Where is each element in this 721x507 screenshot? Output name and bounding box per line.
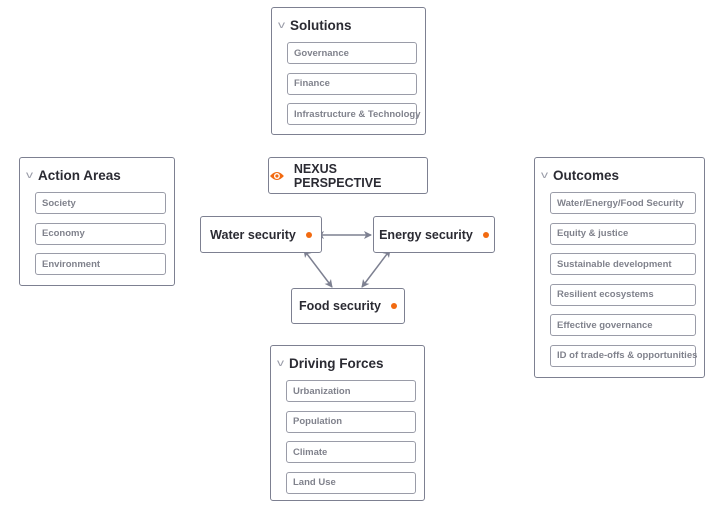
driving-forces-panel: v Driving Forces Urbanization Population …: [270, 345, 425, 501]
chevron-down-icon[interactable]: v: [277, 358, 284, 369]
status-dot-icon: [482, 231, 489, 238]
outcomes-panel: v Outcomes Water/Energy/Food Security Equ…: [534, 157, 705, 378]
action-areas-panel: v Action Areas Society Economy Environmen…: [19, 157, 175, 286]
link-energy-food: [361, 249, 391, 288]
node-label: Energy security: [379, 227, 473, 242]
nexus-title: NEXUS PERSPECTIVE: [293, 161, 382, 190]
nexus-diagram: v Solutions Governance Finance Infrastruc…: [0, 0, 721, 507]
list-item[interactable]: Infrastructure & Technology: [287, 103, 421, 125]
list-item[interactable]: Finance: [287, 72, 417, 95]
list-item[interactable]: Governance: [287, 42, 417, 64]
list-item[interactable]: Environment: [35, 253, 166, 275]
outcomes-header[interactable]: v Outcomes: [541, 158, 696, 192]
panel-title: Action Areas: [38, 167, 121, 183]
list-item[interactable]: ID of trade-offs & opportunities: [550, 344, 697, 367]
chevron-down-icon[interactable]: v: [26, 170, 33, 181]
nexus-perspective-node[interactable]: NEXUS PERSPECTIVE: [268, 157, 428, 194]
solutions-panel: v Solutions Governance Finance Infrastruc…: [271, 7, 426, 135]
solutions-header[interactable]: v Solutions: [278, 8, 417, 42]
node-label: Water security: [210, 227, 296, 242]
list-item[interactable]: Sustainable development: [550, 253, 696, 275]
status-dot-icon: [305, 231, 312, 238]
panel-title: Outcomes: [553, 167, 620, 183]
link-water-food: [303, 249, 333, 288]
list-item[interactable]: Equity & justice: [550, 222, 696, 245]
list-item[interactable]: Economy: [35, 222, 166, 245]
status-dot-icon: [390, 303, 397, 309]
panel-title: Solutions: [290, 17, 352, 33]
energy-security-node[interactable]: Energy security: [373, 216, 495, 253]
list-item[interactable]: Water/Energy/Food Security: [550, 192, 696, 214]
list-item[interactable]: Effective governance: [550, 314, 696, 336]
list-item[interactable]: Population: [286, 410, 416, 433]
list-item[interactable]: Land Use: [286, 471, 416, 494]
list-item[interactable]: Climate: [286, 441, 416, 463]
action-areas-header[interactable]: v Action Areas: [26, 158, 166, 192]
driving-forces-header[interactable]: v Driving Forces: [277, 346, 416, 380]
food-security-node[interactable]: Food security: [291, 288, 405, 324]
chevron-down-icon[interactable]: v: [278, 20, 285, 31]
list-item[interactable]: Urbanization: [286, 380, 416, 402]
eye-icon: [269, 171, 284, 180]
list-item[interactable]: Society: [35, 192, 166, 214]
water-security-node[interactable]: Water security: [200, 216, 322, 253]
panel-title: Driving Forces: [289, 355, 384, 371]
chevron-down-icon[interactable]: v: [541, 170, 548, 181]
list-item[interactable]: Resilient ecosystems: [550, 283, 696, 306]
node-label: Food security: [299, 299, 381, 313]
